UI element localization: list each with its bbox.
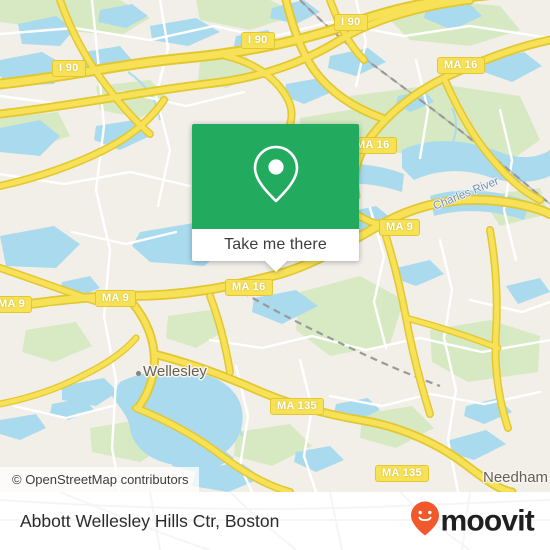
footer-bar: Abbott Wellesley Hills Ctr, Boston moovi…	[0, 492, 550, 550]
road-shield-ma9-west[interactable]: MA 9	[0, 296, 33, 313]
osm-attribution-text: © OpenStreetMap contributors	[12, 472, 189, 487]
road-shield-ma16-mid[interactable]: MA 16	[225, 279, 273, 296]
moovit-pin-smiley-icon	[411, 501, 440, 541]
road-shield-ma135-west[interactable]: MA 135	[270, 398, 324, 415]
road-shield-i90-mid[interactable]: I 90	[241, 32, 275, 49]
page-title: Abbott Wellesley Hills Ctr, Boston	[20, 510, 280, 531]
road-shield-i90-west[interactable]: I 90	[52, 60, 86, 77]
moovit-logo[interactable]: moovit	[411, 501, 535, 541]
road-shield-ma16-ne[interactable]: MA 16	[437, 57, 485, 74]
map-canvas[interactable]: I 90 I 90 I 90 MA 16 MA 16 MA 9 MA 16 MA…	[0, 0, 550, 492]
road-shield-ma9-east[interactable]: MA 9	[379, 219, 421, 236]
place-label-wellesley: Wellesley	[143, 363, 207, 380]
road-shield-i90-east[interactable]: I 90	[334, 14, 368, 31]
osm-attribution[interactable]: © OpenStreetMap contributors	[0, 467, 199, 492]
popup-header	[192, 124, 359, 229]
map-screenshot: I 90 I 90 I 90 MA 16 MA 16 MA 9 MA 16 MA…	[0, 0, 550, 550]
popup-action-bar[interactable]: Take me there	[192, 229, 359, 272]
road-shield-ma9-mid[interactable]: MA 9	[95, 290, 137, 307]
place-label-needham: Needham	[483, 469, 549, 486]
location-popup-card[interactable]: Take me there	[192, 124, 359, 272]
road-shield-ma135-east[interactable]: MA 135	[375, 465, 429, 482]
popup-pointer	[264, 261, 287, 272]
take-me-there-label: Take me there	[224, 236, 327, 253]
place-dot-wellesley	[136, 371, 141, 376]
moovit-wordmark: moovit	[440, 504, 534, 537]
map-pin-icon	[250, 143, 302, 210]
